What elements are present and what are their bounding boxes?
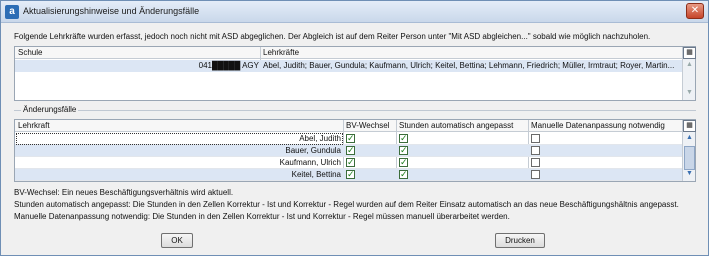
manuell-checkbox[interactable] (531, 158, 540, 167)
stunden-checkbox[interactable] (399, 145, 408, 156)
table-row[interactable]: Bauer, Gundula (15, 145, 683, 157)
window-title: Aktualisierungshinweise und Änderungsfäl… (23, 6, 200, 16)
table-row[interactable]: 041█████ AGY Abel, Judith; Bauer, Gundul… (15, 60, 683, 72)
column-header-manuell[interactable]: Manuelle Datenanpassung notwendig (531, 121, 665, 130)
legend-bv-wechsel: BV-Wechsel: Ein neues Beschäftigungsverh… (14, 188, 234, 197)
close-icon: ✕ (690, 5, 700, 16)
cell-lehrkraft: Keitel, Bettina (291, 170, 341, 179)
title-bar[interactable]: a Aktualisierungshinweise und Änderungsf… (1, 1, 708, 23)
column-chooser-button[interactable]: ▦ (683, 120, 696, 132)
column-chooser-button[interactable]: ▦ (683, 47, 696, 59)
grid-header: Schule Lehrkräfte (15, 47, 683, 59)
close-button[interactable]: ✕ (686, 3, 704, 19)
section-divider (14, 110, 696, 111)
column-header-schule[interactable]: Schule (18, 48, 42, 57)
manuell-checkbox[interactable] (531, 146, 540, 155)
scroll-down-icon[interactable]: ▼ (684, 89, 695, 99)
scroll-down-icon[interactable]: ▼ (684, 170, 695, 180)
info-text: Folgende Lehrkräfte wurden erfasst, jedo… (14, 32, 651, 41)
scroll-up-icon[interactable]: ▲ (684, 61, 695, 71)
stunden-checkbox[interactable] (399, 169, 408, 180)
column-header-bv-wechsel[interactable]: BV-Wechsel (346, 121, 389, 130)
column-header-stunden[interactable]: Stunden automatisch angepasst (399, 121, 513, 130)
app-logo-icon: a (5, 5, 19, 19)
stunden-checkbox[interactable] (399, 157, 408, 168)
print-button[interactable]: Drucken (495, 233, 545, 248)
cell-lehrkraefte: Abel, Judith; Bauer, Gundula; Kaufmann, … (263, 61, 675, 70)
column-header-lehrkraft[interactable]: Lehrkraft (18, 121, 50, 130)
ok-button[interactable]: OK (161, 233, 193, 248)
table-row[interactable]: Kaufmann, Ulrich (15, 157, 683, 169)
legend-manuell: Manuelle Datenanpassung notwendig: Die S… (14, 212, 510, 221)
focused-cell (16, 133, 343, 145)
cell-lehrkraft: Bauer, Gundula (285, 146, 341, 155)
scroll-thumb[interactable] (684, 146, 695, 170)
dialog-window: a Aktualisierungshinweise und Änderungsf… (0, 0, 709, 256)
unsynced-teachers-grid[interactable]: Schule Lehrkräfte 041█████ AGY Abel, Jud… (14, 46, 696, 101)
manuell-checkbox[interactable] (531, 170, 540, 179)
bv-wechsel-checkbox[interactable] (346, 145, 355, 156)
column-chooser-icon: ▦ (686, 49, 693, 56)
scroll-up-icon[interactable]: ▲ (684, 134, 695, 144)
vertical-scrollbar[interactable]: ▦ ▲ ▼ (682, 120, 696, 181)
cell-schule: 041█████ AGY (198, 61, 259, 70)
column-chooser-icon: ▦ (686, 122, 693, 129)
vertical-scrollbar[interactable]: ▦ ▲ ▼ (682, 47, 696, 100)
section-label: Änderungsfälle (21, 105, 79, 114)
column-header-lehrkraefte[interactable]: Lehrkräfte (263, 48, 299, 57)
legend-stunden: Stunden automatisch angepasst: Die Stund… (14, 200, 679, 209)
table-row[interactable]: Keitel, Bettina (15, 169, 683, 181)
grid-header: Lehrkraft BV-Wechsel Stunden automatisch… (15, 120, 683, 132)
bv-wechsel-checkbox[interactable] (346, 157, 355, 168)
bv-wechsel-checkbox[interactable] (346, 133, 355, 144)
stunden-checkbox[interactable] (399, 133, 408, 144)
change-cases-grid[interactable]: Lehrkraft BV-Wechsel Stunden automatisch… (14, 119, 696, 182)
manuell-checkbox[interactable] (531, 134, 540, 143)
bv-wechsel-checkbox[interactable] (346, 169, 355, 180)
cell-lehrkraft: Kaufmann, Ulrich (279, 158, 341, 167)
